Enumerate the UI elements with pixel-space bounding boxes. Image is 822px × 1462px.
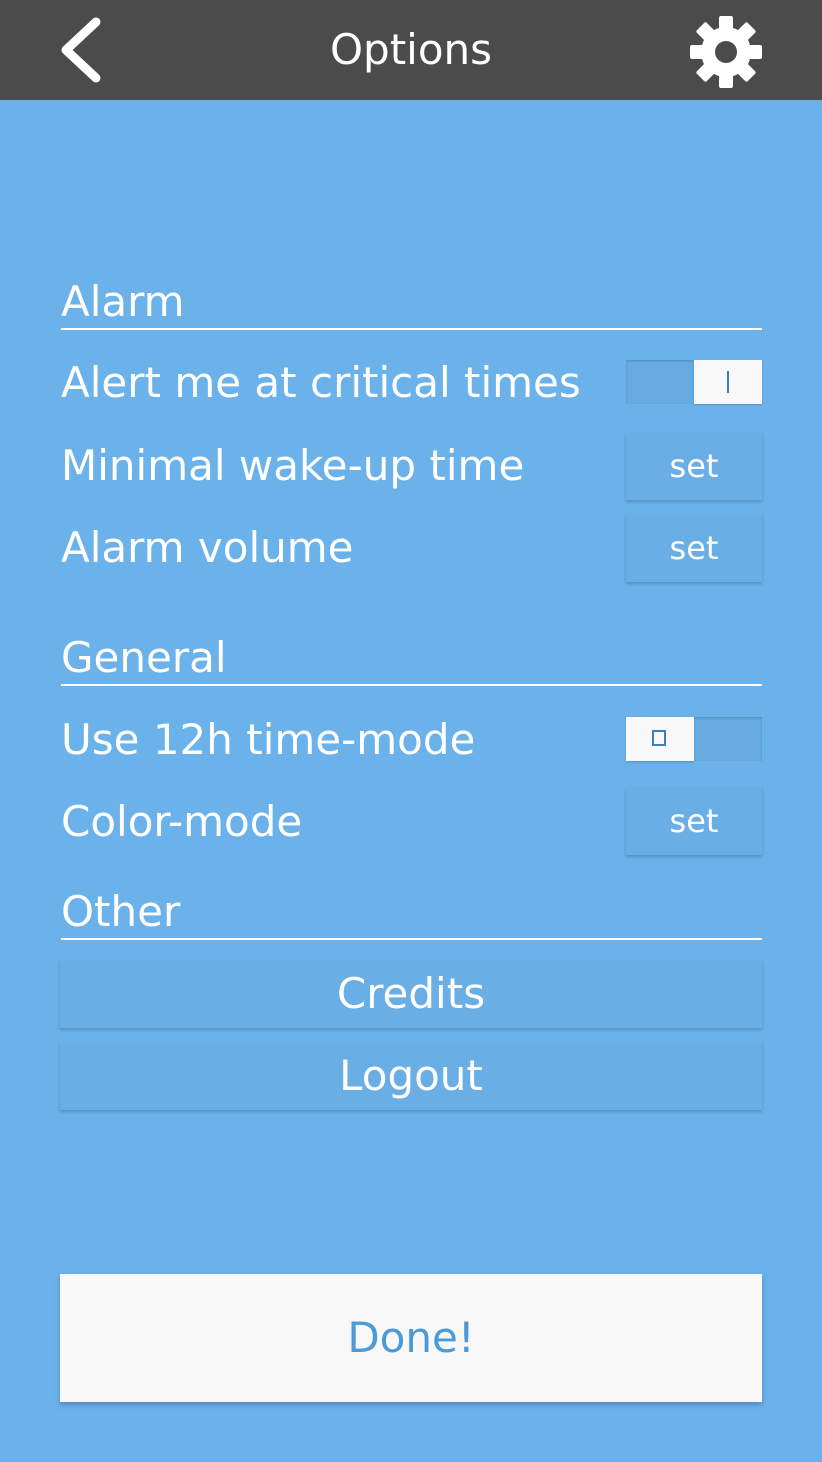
toggle-knob bbox=[626, 717, 694, 761]
color-mode-set-button[interactable]: set bbox=[626, 787, 762, 855]
done-button[interactable]: Done! bbox=[60, 1274, 762, 1402]
back-button[interactable] bbox=[50, 12, 120, 88]
time-mode-toggle[interactable] bbox=[626, 717, 762, 761]
settings-button[interactable] bbox=[686, 12, 766, 92]
chevron-left-icon bbox=[61, 17, 101, 83]
alarm-volume-label: Alarm volume bbox=[61, 523, 354, 572]
alert-critical-label: Alert me at critical times bbox=[61, 358, 581, 407]
logout-button[interactable]: Logout bbox=[60, 1042, 762, 1110]
toggle-on-icon bbox=[727, 371, 729, 393]
time-mode-label: Use 12h time-mode bbox=[61, 715, 476, 764]
wakeup-time-label: Minimal wake-up time bbox=[61, 441, 525, 490]
wakeup-time-set-button[interactable]: set bbox=[626, 432, 762, 500]
toggle-knob bbox=[694, 360, 762, 404]
section-title-general: General bbox=[61, 632, 762, 686]
top-bar: Options bbox=[0, 0, 822, 100]
section-title-alarm: Alarm bbox=[61, 276, 762, 330]
toggle-off-icon bbox=[652, 730, 666, 746]
section-title-other: Other bbox=[61, 886, 762, 940]
color-mode-label: Color-mode bbox=[61, 797, 303, 846]
alert-critical-toggle[interactable] bbox=[626, 360, 762, 404]
gear-icon bbox=[690, 16, 762, 88]
credits-button[interactable]: Credits bbox=[60, 960, 762, 1028]
alarm-volume-set-button[interactable]: set bbox=[626, 514, 762, 582]
